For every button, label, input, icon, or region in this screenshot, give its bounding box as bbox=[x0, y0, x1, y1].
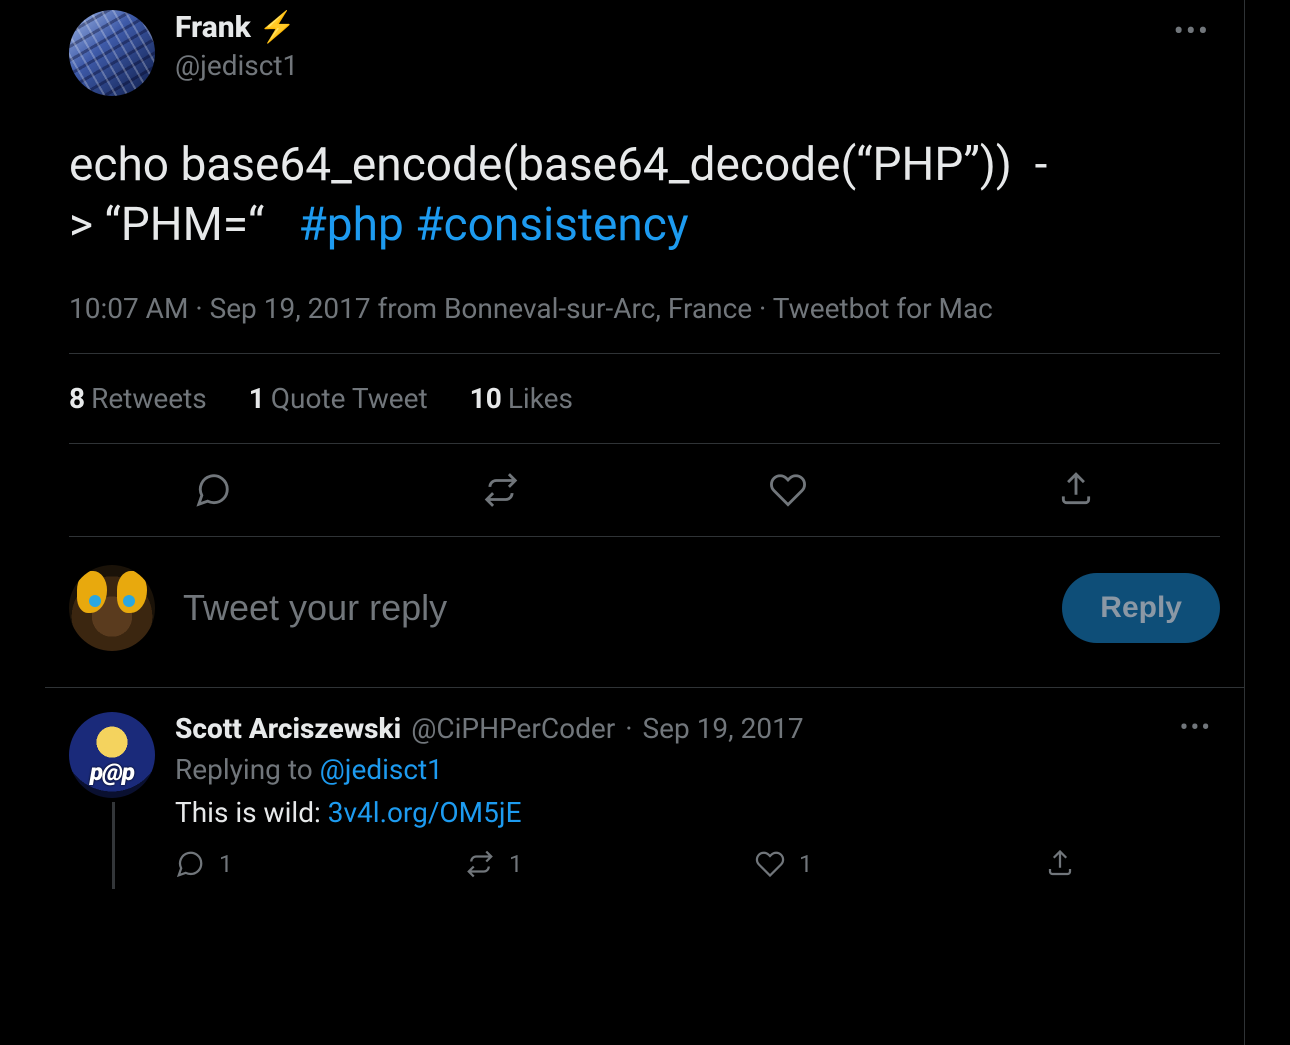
reply-head: Scott Arciszewski @CiPHPerCoder · Sep 19… bbox=[175, 712, 1220, 745]
like-count: 1 bbox=[799, 850, 813, 878]
retweet-icon bbox=[482, 471, 520, 509]
author-display-name[interactable]: Frank ⚡ bbox=[175, 10, 1164, 45]
quotes-count: 1 bbox=[249, 382, 265, 415]
reply-action-retweet[interactable]: 1 bbox=[465, 849, 523, 879]
tweet-text: echo base64_encode(base64_decode(“PHP”))… bbox=[69, 136, 1220, 256]
retweets-label: Retweets bbox=[91, 382, 207, 415]
reply-submit-button[interactable]: Reply bbox=[1062, 573, 1220, 643]
reply-composer: Reply bbox=[45, 537, 1244, 687]
reply-icon bbox=[175, 849, 205, 879]
reply-date[interactable]: Sep 19, 2017 bbox=[643, 712, 804, 745]
reply-action-share[interactable] bbox=[1045, 849, 1075, 879]
reply-action-like[interactable]: 1 bbox=[755, 849, 813, 879]
reply-text-prefix: This is wild: bbox=[175, 796, 328, 829]
tweet-stats: 8Retweets 1Quote Tweet 10Likes bbox=[69, 354, 1220, 443]
reply-body: Scott Arciszewski @CiPHPerCoder · Sep 19… bbox=[175, 712, 1220, 889]
retweet-icon bbox=[465, 849, 495, 879]
quotes-label: Quote Tweet bbox=[271, 382, 428, 415]
retweet-count: 1 bbox=[509, 850, 523, 878]
likes-stat[interactable]: 10Likes bbox=[470, 382, 573, 415]
reply-text: This is wild: 3v4l.org/OM5jE bbox=[175, 796, 1220, 829]
quote-tweets-stat[interactable]: 1Quote Tweet bbox=[249, 382, 428, 415]
likes-count: 10 bbox=[470, 382, 502, 415]
author-block: Frank ⚡ @jedisct1 bbox=[175, 10, 1164, 82]
hashtag-php[interactable]: #php bbox=[298, 198, 403, 252]
replying-to-handle[interactable]: @jedisct1 bbox=[320, 753, 443, 786]
reply-more-button[interactable]: ••• bbox=[1172, 713, 1220, 743]
reply-author-handle[interactable]: @CiPHPerCoder bbox=[411, 712, 615, 745]
tweet-header: Frank ⚡ @jedisct1 ••• bbox=[69, 10, 1220, 96]
reply-link[interactable]: 3v4l.org/OM5jE bbox=[328, 796, 522, 829]
reply-author-avatar[interactable] bbox=[69, 712, 155, 798]
hashtag-consistency[interactable]: #consistency bbox=[415, 198, 688, 252]
author-name-text: Frank bbox=[175, 10, 251, 45]
replying-to-line: Replying to @jedisct1 bbox=[175, 753, 1220, 786]
retweet-button-icon[interactable] bbox=[477, 466, 525, 514]
thread-line bbox=[112, 802, 115, 889]
reply-actions: 1 1 1 bbox=[175, 849, 1075, 889]
reply-sep: · bbox=[625, 712, 632, 745]
author-handle[interactable]: @jedisct1 bbox=[175, 49, 1164, 82]
retweets-count: 8 bbox=[69, 382, 85, 415]
author-avatar[interactable] bbox=[69, 10, 155, 96]
reply-tweet[interactable]: Scott Arciszewski @CiPHPerCoder · Sep 19… bbox=[45, 688, 1244, 889]
reply-action-reply[interactable]: 1 bbox=[175, 849, 233, 879]
lightning-bolt-icon: ⚡ bbox=[259, 13, 296, 43]
like-button-icon[interactable] bbox=[764, 466, 812, 514]
reply-count: 1 bbox=[219, 850, 233, 878]
reply-input[interactable] bbox=[183, 587, 1034, 629]
heart-icon bbox=[755, 849, 785, 879]
share-icon bbox=[1045, 849, 1075, 879]
self-avatar[interactable] bbox=[69, 565, 155, 651]
action-row bbox=[69, 444, 1220, 536]
reply-author-name[interactable]: Scott Arciszewski bbox=[175, 712, 401, 745]
reply-button-icon[interactable] bbox=[189, 466, 237, 514]
share-button-icon[interactable] bbox=[1052, 466, 1100, 514]
replying-to-prefix: Replying to bbox=[175, 753, 320, 786]
retweets-stat[interactable]: 8Retweets bbox=[69, 382, 207, 415]
main-tweet: Frank ⚡ @jedisct1 ••• echo base64_encode… bbox=[45, 0, 1244, 537]
reply-icon bbox=[194, 471, 232, 509]
share-icon bbox=[1057, 471, 1095, 509]
likes-label: Likes bbox=[508, 382, 573, 415]
more-options-button[interactable]: ••• bbox=[1164, 10, 1220, 53]
heart-icon bbox=[769, 471, 807, 509]
tweet-meta[interactable]: 10:07 AM · Sep 19, 2017 from Bonneval-su… bbox=[69, 292, 1220, 353]
